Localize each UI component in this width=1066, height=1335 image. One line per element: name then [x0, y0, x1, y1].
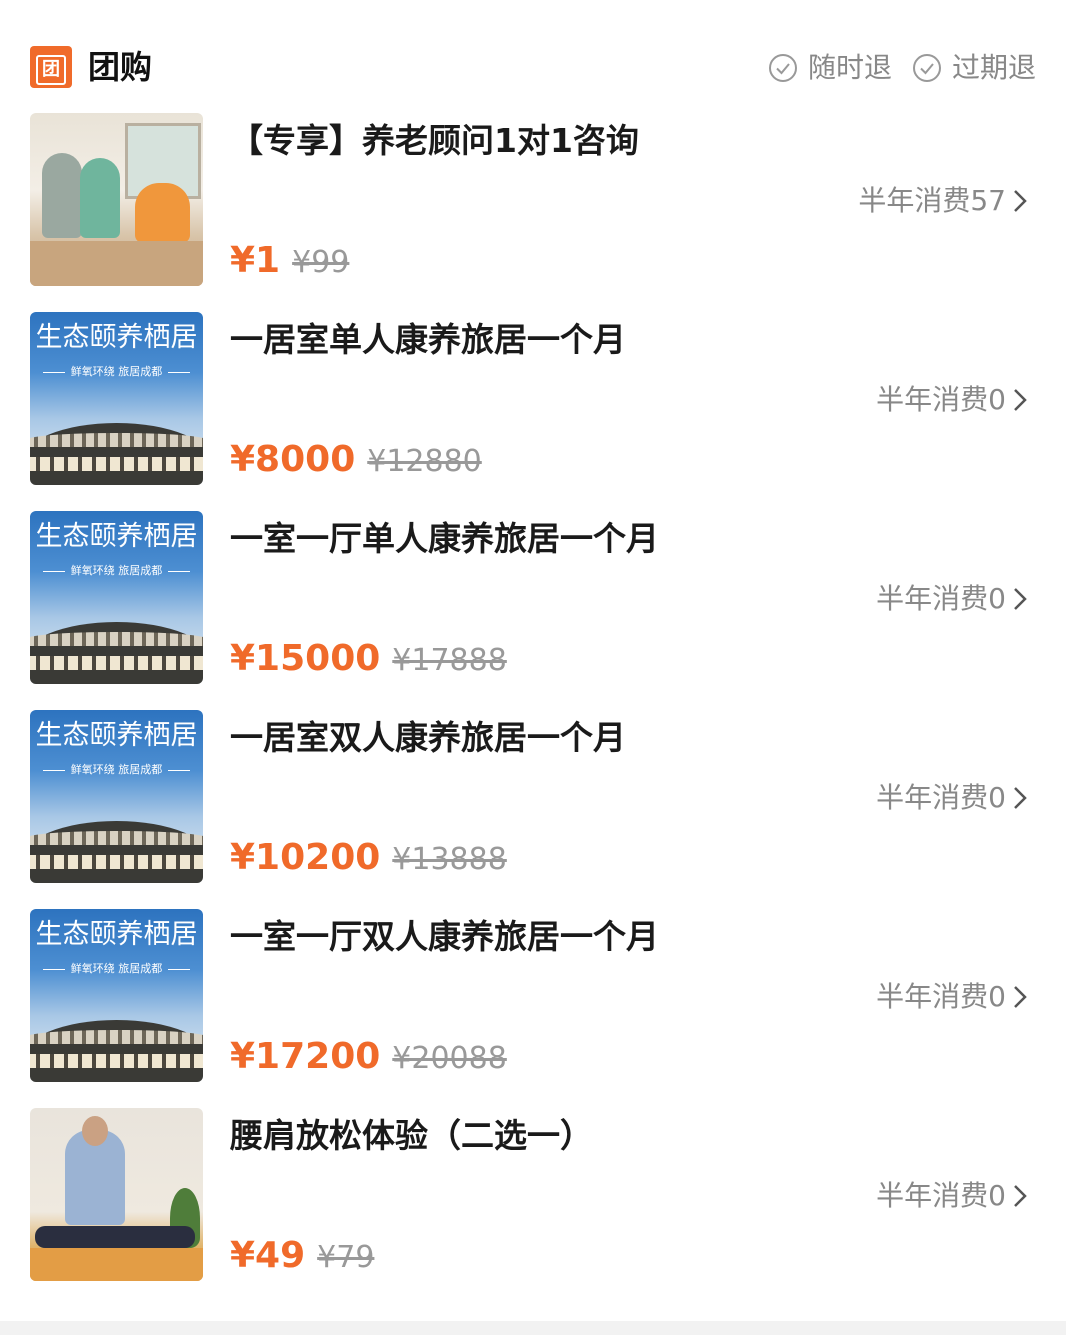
- chevron-right-icon: [1014, 588, 1027, 610]
- group-buy-header: 团 团购 随时退 过期退: [30, 44, 1036, 92]
- deal-original-price: ¥13888: [392, 842, 507, 877]
- deal-list: 【专享】养老顾问1对1咨询 半年消费57 ¥1 ¥99 生态颐养栖居 鲜氧环绕 …: [30, 113, 1030, 1307]
- deal-spend-label: 半年消费0: [876, 383, 1006, 416]
- poster-subtitle: 鲜氧环绕 旅居成都: [30, 762, 203, 778]
- chevron-right-icon: [1014, 389, 1027, 411]
- deal-thumbnail-resort: 生态颐养栖居 鲜氧环绕 旅居成都: [30, 312, 203, 485]
- bottom-divider: [0, 1321, 1066, 1335]
- poster-subtitle: 鲜氧环绕 旅居成都: [30, 364, 203, 380]
- deal-price-row: ¥10200 ¥13888: [230, 836, 507, 882]
- guarantee-refund-expired: 过期退: [912, 48, 1036, 88]
- deal-spend-label: 半年消费0: [876, 1179, 1006, 1212]
- deal-spend-link[interactable]: 半年消费0: [876, 380, 1030, 420]
- deal-price-row: ¥8000 ¥12880: [230, 438, 482, 484]
- guarantee-refund-anytime: 随时退: [768, 48, 892, 88]
- deal-price: ¥17200: [230, 1036, 381, 1077]
- deal-original-price: ¥12880: [367, 444, 482, 479]
- deal-price: ¥10200: [230, 837, 381, 878]
- deal-title: 一居室双人康养旅居一个月: [230, 718, 626, 757]
- deal-spend-link[interactable]: 半年消费0: [876, 1176, 1030, 1216]
- deal-spend-label: 半年消费0: [876, 582, 1006, 615]
- poster-subtitle: 鲜氧环绕 旅居成都: [30, 961, 203, 977]
- deal-spend-label: 半年消费57: [858, 184, 1006, 217]
- deal-thumbnail-seniors: [30, 113, 203, 286]
- deal-spend-label: 半年消费0: [876, 980, 1006, 1013]
- guarantee-list: 随时退 过期退: [768, 48, 1036, 88]
- chevron-right-icon: [1014, 1185, 1027, 1207]
- deal-thumbnail-resort: 生态颐养栖居 鲜氧环绕 旅居成都: [30, 710, 203, 883]
- deal-price-row: ¥1 ¥99: [230, 239, 349, 285]
- deal-title: 腰肩放松体验（二选一）: [230, 1116, 593, 1155]
- deal-spend-link[interactable]: 半年消费0: [876, 579, 1030, 619]
- chevron-right-icon: [1014, 190, 1027, 212]
- deal-spend-label: 半年消费0: [876, 781, 1006, 814]
- deal-item[interactable]: 【专享】养老顾问1对1咨询 半年消费57 ¥1 ¥99: [30, 113, 1030, 286]
- deal-item[interactable]: 生态颐养栖居 鲜氧环绕 旅居成都 一室一厅单人康养旅居一个月 半年消费0 ¥15…: [30, 511, 1030, 684]
- deal-spend-link[interactable]: 半年消费0: [876, 778, 1030, 818]
- deal-thumbnail-resort: 生态颐养栖居 鲜氧环绕 旅居成都: [30, 511, 203, 684]
- check-circle-icon: [912, 54, 941, 82]
- poster-title: 生态颐养栖居: [35, 720, 198, 751]
- deal-price: ¥1: [230, 240, 281, 281]
- deal-original-price: ¥20088: [392, 1041, 507, 1076]
- group-buy-icon: 团: [30, 46, 72, 88]
- deal-title: 一室一厅双人康养旅居一个月: [230, 917, 659, 956]
- deal-price-row: ¥49 ¥79: [230, 1234, 374, 1280]
- deal-price: ¥8000: [230, 439, 356, 480]
- poster-subtitle: 鲜氧环绕 旅居成都: [30, 563, 203, 579]
- poster-title: 生态颐养栖居: [35, 919, 198, 950]
- deal-thumbnail-resort: 生态颐养栖居 鲜氧环绕 旅居成都: [30, 909, 203, 1082]
- guarantee-label: 过期退: [951, 51, 1036, 84]
- chevron-right-icon: [1014, 986, 1027, 1008]
- guarantee-label: 随时退: [807, 51, 892, 84]
- deal-item[interactable]: 生态颐养栖居 鲜氧环绕 旅居成都 一居室双人康养旅居一个月 半年消费0 ¥102…: [30, 710, 1030, 883]
- deal-item[interactable]: 腰肩放松体验（二选一） 半年消费0 ¥49 ¥79: [30, 1108, 1030, 1281]
- deal-spend-link[interactable]: 半年消费0: [876, 977, 1030, 1017]
- deal-original-price: ¥99: [292, 245, 350, 280]
- deal-title: 一室一厅单人康养旅居一个月: [230, 519, 659, 558]
- poster-title: 生态颐养栖居: [35, 521, 198, 552]
- deal-title: 一居室单人康养旅居一个月: [230, 320, 626, 359]
- deal-item[interactable]: 生态颐养栖居 鲜氧环绕 旅居成都 一室一厅双人康养旅居一个月 半年消费0 ¥17…: [30, 909, 1030, 1082]
- deal-spend-link[interactable]: 半年消费57: [858, 181, 1030, 221]
- deal-price: ¥15000: [230, 638, 381, 679]
- poster-title: 生态颐养栖居: [35, 322, 198, 353]
- deal-title: 【专享】养老顾问1对1咨询: [230, 121, 639, 160]
- check-circle-icon: [768, 54, 797, 82]
- deal-original-price: ¥79: [317, 1240, 375, 1275]
- deal-thumbnail-massage: [30, 1108, 203, 1281]
- deal-item[interactable]: 生态颐养栖居 鲜氧环绕 旅居成都 一居室单人康养旅居一个月 半年消费0 ¥800…: [30, 312, 1030, 485]
- deal-price-row: ¥15000 ¥17888: [230, 637, 507, 683]
- deal-price-row: ¥17200 ¥20088: [230, 1035, 507, 1081]
- section-title: 团购: [88, 48, 153, 86]
- chevron-right-icon: [1014, 787, 1027, 809]
- deal-price: ¥49: [230, 1235, 306, 1276]
- deal-original-price: ¥17888: [392, 643, 507, 678]
